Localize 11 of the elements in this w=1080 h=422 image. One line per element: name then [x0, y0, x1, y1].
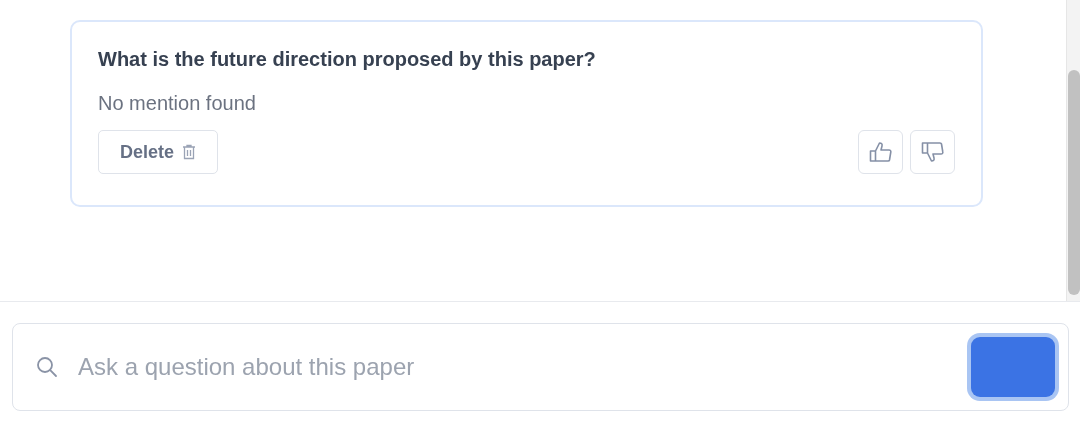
answer-text: No mention found: [98, 91, 257, 116]
question-input-field[interactable]: Ask a question about this paper: [12, 323, 1069, 411]
scrollbar[interactable]: [1066, 0, 1080, 301]
trash-icon: [182, 144, 196, 160]
thumbs-up-button[interactable]: [858, 130, 903, 174]
thumbs-down-icon: [920, 141, 945, 163]
thumbs-down-button[interactable]: [910, 130, 955, 174]
delete-button[interactable]: Delete: [98, 130, 218, 174]
thumbs-up-icon: [868, 141, 893, 163]
question-text: What is the future direction proposed by this paper?: [98, 47, 597, 72]
search-icon: [36, 356, 58, 378]
